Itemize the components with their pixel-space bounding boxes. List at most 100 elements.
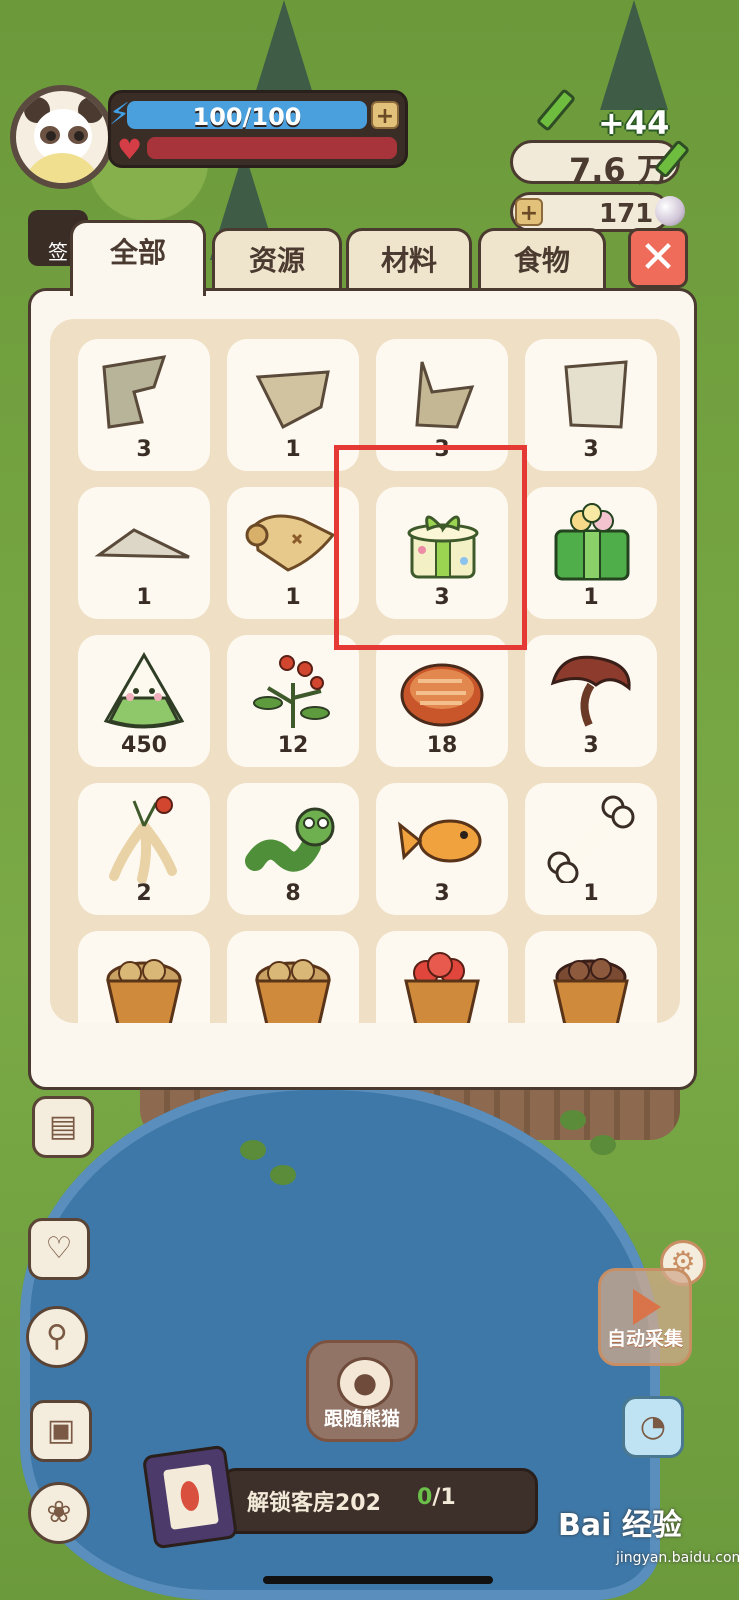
inventory-slot[interactable]: 3 (525, 339, 657, 471)
inventory-slot[interactable]: 450 (78, 635, 210, 767)
berry-herb-icon (253, 655, 330, 728)
inventory-slot[interactable]: 3 (376, 487, 508, 619)
quest-book-icon[interactable] (141, 1444, 239, 1550)
inventory-slot[interactable]: 1 (227, 487, 359, 619)
item-count: 450 (121, 733, 167, 758)
paw-menu-button[interactable]: ❀ (28, 1482, 90, 1544)
inventory-slot[interactable] (525, 931, 657, 1023)
tab-materials[interactable]: 材料 (346, 228, 472, 290)
wardrobe-button[interactable]: ♡ (28, 1218, 90, 1280)
fish-icon (398, 819, 482, 863)
tab-food[interactable]: 食物 (478, 228, 606, 290)
tab-resources-label: 资源 (248, 244, 305, 277)
inventory-slot[interactable]: 3 (376, 783, 508, 915)
bamboo-gain-popup: +44 (598, 104, 670, 142)
flower-gift-box-icon (554, 503, 630, 581)
play-icon (633, 1289, 661, 1325)
whistle-button[interactable]: ◔ (622, 1396, 684, 1458)
add-pearl-button[interactable]: + (515, 198, 543, 226)
quest-progress: 0/1 (417, 1485, 456, 1510)
inventory-slot[interactable]: 1 (78, 487, 210, 619)
energy-value: 100/100 (192, 103, 302, 129)
lily-pad (270, 1165, 296, 1185)
rice-dumpling-icon (103, 651, 185, 729)
health-bar (147, 137, 397, 159)
grilled-meat-icon (400, 663, 484, 727)
inventory-panel: 3 1 3 3 1 1 3 1 450 12 18 3 2 8 3 1 (28, 288, 697, 1090)
inventory-slot[interactable]: 8 (227, 783, 359, 915)
inventory-slot[interactable]: 1 (525, 487, 657, 619)
tab-all[interactable]: 全部 (70, 220, 206, 296)
follow-panda-button[interactable]: ● 跟随熊猫 (306, 1340, 418, 1442)
quest-total: /1 (432, 1485, 456, 1510)
item-count: 1 (285, 437, 301, 462)
player-avatar[interactable] (10, 85, 114, 189)
whistle-icon: ◔ (639, 1409, 667, 1444)
map-fragment-icon (255, 370, 330, 430)
inventory-slot[interactable]: 1 (525, 783, 657, 915)
bone-icon (547, 795, 635, 883)
close-button[interactable]: ✕ (628, 228, 688, 288)
mushroom-icon (550, 655, 631, 727)
inventory-slot[interactable]: 3 (525, 635, 657, 767)
pearl-amount: 171 (599, 199, 654, 229)
magnifier-icon: ⚲ (46, 1319, 68, 1354)
energy-bar: 100/100 (127, 101, 367, 129)
heart-icon: ♥ (117, 133, 143, 166)
recipe-book-button[interactable]: ▤ (32, 1096, 94, 1158)
worm-icon (245, 807, 335, 872)
tree (600, 0, 668, 110)
inventory-slot[interactable] (227, 931, 359, 1023)
close-icon: ✕ (639, 232, 677, 283)
map-fragment-icon (102, 355, 167, 429)
inventory-grid[interactable]: 3 1 3 3 1 1 3 1 450 12 18 3 2 8 3 1 (50, 319, 680, 1023)
map-fragment-icon (415, 361, 475, 429)
quest-label: 解锁客房202 (247, 1491, 381, 1516)
stats-panel: ⚡ 100/100 + ♥ (108, 90, 408, 168)
item-count: 3 (434, 585, 450, 610)
item-count: 3 (583, 437, 599, 462)
inventory-slot[interactable]: 3 (376, 339, 508, 471)
ginseng-icon (109, 796, 177, 883)
quest-bar[interactable]: 解锁客房202 0/1 (220, 1468, 538, 1534)
map-fragment-icon (94, 528, 190, 559)
item-count: 3 (434, 437, 450, 462)
inventory-slot[interactable] (376, 931, 508, 1023)
apple-basket-icon (404, 952, 480, 1023)
tab-all-label: 全部 (109, 236, 166, 269)
inventory-slot[interactable] (78, 931, 210, 1023)
inventory-slot[interactable]: 1 (227, 339, 359, 471)
item-count: 3 (583, 733, 599, 758)
follow-panda-label: 跟随熊猫 (323, 1408, 400, 1430)
quest-done: 0 (417, 1485, 433, 1510)
panda-eye (46, 131, 56, 141)
item-count: 18 (426, 733, 458, 758)
baidu-watermark: Bai 经验 (558, 1508, 682, 1543)
pearl-icon (655, 196, 685, 226)
search-button[interactable]: ⚲ (26, 1306, 88, 1368)
sign-in-label: 签 (48, 240, 68, 264)
item-count: 12 (277, 733, 309, 758)
watermark-url: jingyan.baidu.com (616, 1550, 739, 1566)
item-count: 8 (285, 881, 301, 906)
book-icon: ▤ (48, 1109, 78, 1144)
auto-collect-button[interactable]: 自动采集 (598, 1268, 692, 1366)
backpack-button[interactable]: ▣ (30, 1400, 92, 1462)
backpack-icon: ▣ (46, 1413, 76, 1448)
pearl-counter: + 171 (510, 192, 670, 232)
map-fragment-icon (564, 360, 628, 429)
item-count: 1 (136, 585, 152, 610)
auto-collect-label: 自动采集 (606, 1328, 683, 1350)
treasure-map-icon (245, 514, 336, 572)
tab-materials-label: 材料 (380, 244, 437, 277)
paw-icon: ● (337, 1357, 393, 1409)
inventory-slot[interactable]: 12 (227, 635, 359, 767)
inventory-slot[interactable]: 18 (376, 635, 508, 767)
inventory-slot[interactable]: 2 (78, 783, 210, 915)
gift-box-icon (407, 515, 479, 579)
tab-resources[interactable]: 资源 (212, 228, 342, 290)
shirt-icon: ♡ (45, 1231, 73, 1266)
inventory-slot[interactable]: 3 (78, 339, 210, 471)
add-energy-button[interactable]: + (371, 101, 399, 129)
home-indicator[interactable] (263, 1576, 493, 1584)
